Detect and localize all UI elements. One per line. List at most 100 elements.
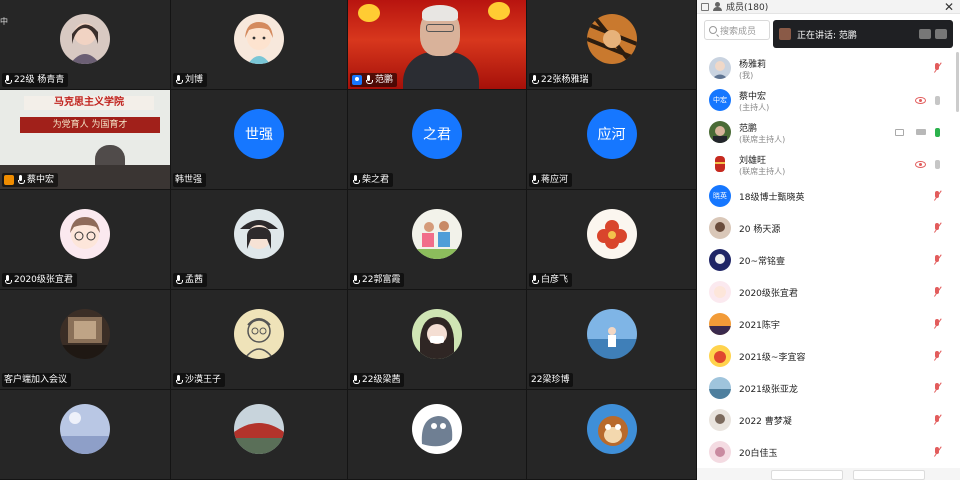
participant-name: 22级 杨青青 xyxy=(14,75,65,85)
hall-banner: 马克思主义学院 xyxy=(24,96,154,110)
member-row[interactable]: 范鹏 (联席主持人) xyxy=(697,116,960,148)
mic-icon xyxy=(175,375,183,385)
participant-tile[interactable]: 2020级张宜君 xyxy=(0,190,171,290)
mic-muted-icon[interactable] xyxy=(932,254,942,266)
participant-tile[interactable]: 客户端加入会议 xyxy=(0,290,171,390)
member-avatar xyxy=(709,121,731,143)
mic-icon xyxy=(175,275,183,285)
mic-muted-icon[interactable] xyxy=(932,382,942,394)
participant-tile[interactable] xyxy=(527,390,697,480)
member-row[interactable]: 刘雄旺 (联席主持人) xyxy=(697,148,960,180)
participant-avatar xyxy=(234,14,284,65)
participant-avatar xyxy=(234,404,284,455)
panel-header: 成员(180) ✕ xyxy=(697,0,960,14)
panel-title: 成员(180) xyxy=(726,3,769,13)
member-row[interactable]: 2022 曹梦凝 xyxy=(697,404,960,436)
participant-name-tag: 蔡中宏 xyxy=(2,173,59,187)
video-icon[interactable] xyxy=(916,129,926,135)
participant-tile[interactable]: 之君 柴之君 xyxy=(348,90,527,190)
mic-muted-icon[interactable] xyxy=(932,222,942,234)
mic-icon xyxy=(4,275,12,285)
panel-footer xyxy=(697,468,960,480)
mic-muted-icon[interactable] xyxy=(932,318,942,330)
lantern-decor xyxy=(358,4,380,22)
member-row[interactable]: 2021级张亚龙 xyxy=(697,372,960,404)
participant-name: 沙漠王子 xyxy=(185,375,222,385)
speaking-waves-icon xyxy=(919,29,947,39)
participant-tile[interactable]: 22梁珍博 xyxy=(527,290,697,390)
participant-tile[interactable]: 22张杨雅瑞 xyxy=(527,0,697,90)
participant-avatar xyxy=(60,404,110,455)
participant-tile[interactable]: 22郭富霞 xyxy=(348,190,527,290)
member-name: 20 杨天源 xyxy=(739,224,781,235)
participant-name-tag: 白彦飞 xyxy=(529,273,573,287)
participant-name-tag: 22梁珍博 xyxy=(529,373,574,387)
participant-tile[interactable]: 中 22级 杨青青 xyxy=(0,0,171,90)
member-row[interactable]: 20 杨天源 xyxy=(697,212,960,244)
mic-icon[interactable] xyxy=(935,95,940,105)
member-name: 2021级张亚龙 xyxy=(739,384,798,395)
member-row[interactable]: 中宏 蔡中宏 (主持人) xyxy=(697,84,960,116)
member-avatar: 晓英 xyxy=(709,185,731,207)
mic-icon[interactable] xyxy=(935,159,940,169)
mic-muted-icon[interactable] xyxy=(932,446,942,458)
participant-name-tag: 孟茜 xyxy=(173,273,208,287)
participant-name-tag: 22级梁茜 xyxy=(350,373,405,387)
participant-tile[interactable] xyxy=(171,390,348,480)
participant-tile[interactable]: 沙漠王子 xyxy=(171,290,348,390)
participant-tile[interactable]: 白彦飞 xyxy=(527,190,697,290)
member-role: (联席主持人) xyxy=(739,135,786,144)
mute-all-button[interactable] xyxy=(771,470,843,480)
member-avatar xyxy=(709,345,731,367)
mic-muted-icon[interactable] xyxy=(932,62,942,74)
mic-muted-icon[interactable] xyxy=(932,414,942,426)
participant-video-feed[interactable]: 马克思主义学院 为党育人 为国育才 蔡中宏 xyxy=(0,90,171,190)
participant-name-tag: 蒋应河 xyxy=(529,173,573,187)
member-row[interactable]: 2021级~李宜容 xyxy=(697,340,960,372)
participant-tile[interactable] xyxy=(0,390,171,480)
mic-muted-icon[interactable] xyxy=(932,350,942,362)
member-avatar xyxy=(709,281,731,303)
participant-name-tag: 刘博 xyxy=(173,73,208,87)
mic-muted-icon[interactable] xyxy=(932,286,942,298)
member-name: 2021级~李宜容 xyxy=(739,352,806,363)
participant-name: 22郭富霞 xyxy=(362,275,401,285)
screen-share-icon[interactable] xyxy=(895,128,904,136)
video-grid: 中 22级 杨青青 刘博 范鹏 22张杨雅瑞 马克思主义学院 为党育人 为国育才… xyxy=(0,0,697,480)
participant-tile[interactable]: 孟茜 xyxy=(171,190,348,290)
participant-tile[interactable]: 22级梁茜 xyxy=(348,290,527,390)
member-row[interactable]: 杨雅莉 (我) xyxy=(697,52,960,84)
participant-video-feed[interactable]: 范鹏 xyxy=(348,0,527,90)
member-row[interactable]: 2021陈宇 xyxy=(697,308,960,340)
participant-name-tag: 2020级张宜君 xyxy=(2,273,77,287)
speaker-avatar xyxy=(779,28,791,40)
participant-name-tag: 22张杨雅瑞 xyxy=(529,73,593,87)
member-row[interactable]: 20白佳玉 xyxy=(697,436,960,468)
participant-avatar xyxy=(234,208,284,259)
participant-tile[interactable]: 应河 蒋应河 xyxy=(527,90,697,190)
participant-name-tag: 柴之君 xyxy=(350,173,394,187)
mic-active-icon[interactable] xyxy=(935,127,940,137)
member-name: 蔡中宏 xyxy=(739,92,767,102)
mic-muted-icon[interactable] xyxy=(932,190,942,202)
member-avatar xyxy=(709,313,731,335)
participant-avatar xyxy=(60,208,110,259)
member-row[interactable]: 2020级张宜君 xyxy=(697,276,960,308)
participant-name-tag: 22级 杨青青 xyxy=(2,73,69,87)
member-avatar xyxy=(709,377,731,399)
participant-tile[interactable]: 刘博 xyxy=(171,0,348,90)
member-row[interactable]: 20~常铭壹 xyxy=(697,244,960,276)
participant-name-tag: 范鹏 xyxy=(350,73,398,87)
unmute-all-button[interactable] xyxy=(853,470,925,480)
participant-tile[interactable] xyxy=(348,390,527,480)
pin-icon[interactable] xyxy=(701,2,709,11)
mic-icon xyxy=(365,75,373,85)
member-row[interactable]: 晓英 18级博士甄晓英 xyxy=(697,180,960,212)
video-off-icon[interactable] xyxy=(915,96,926,104)
search-members-input[interactable]: 搜索成员 xyxy=(704,20,770,40)
close-icon[interactable]: ✕ xyxy=(944,0,954,14)
participant-tile[interactable]: 世强 韩世强 xyxy=(171,90,348,190)
participant-name-tag: 沙漠王子 xyxy=(173,373,226,387)
video-off-icon[interactable] xyxy=(915,160,926,168)
member-list-scrollbar[interactable] xyxy=(956,52,959,112)
